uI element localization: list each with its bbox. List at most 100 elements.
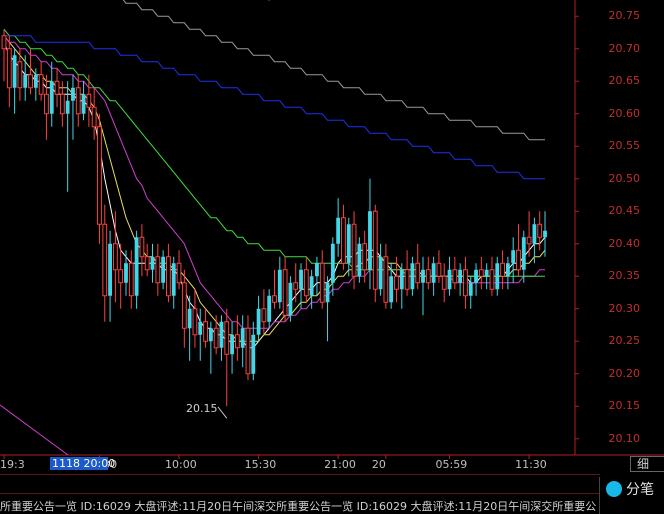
candle-body-down	[362, 243, 368, 271]
candle-body-up	[431, 263, 436, 283]
time-tick-label: 10:00	[165, 458, 197, 471]
candle-body-up	[171, 263, 176, 296]
candle-body-up	[71, 87, 75, 101]
candle-body-up	[543, 230, 547, 238]
candle-body-down	[6, 48, 12, 89]
candle-body-down	[463, 269, 468, 297]
candle-body-down	[272, 295, 277, 303]
candle-body-down	[436, 262, 442, 277]
candle-body-up	[325, 282, 330, 303]
ma-line-6	[122, 0, 545, 141]
candle-body-up	[474, 269, 478, 283]
time-tick-label: 05:59	[435, 458, 468, 471]
candle-body-up	[187, 308, 192, 329]
time-tick-label: 15:30	[244, 458, 277, 471]
candle-body-up	[315, 263, 319, 277]
candle-body-up	[219, 321, 224, 348]
candle-body-down	[192, 308, 198, 336]
candle-body-up	[150, 256, 155, 270]
candle-body-down	[478, 269, 484, 277]
candle-body-down	[245, 327, 251, 375]
detail-tab[interactable]: 细	[630, 456, 664, 472]
candle-body-up	[468, 282, 473, 296]
candle-body-up	[198, 321, 203, 335]
candle-body-up	[23, 74, 28, 88]
candle-body-down	[128, 262, 134, 297]
candle-body-down	[293, 282, 299, 290]
price-tick-label: 20.15	[608, 399, 641, 413]
candle-body-up	[288, 282, 293, 316]
candle-body-down	[28, 74, 33, 89]
candle-body-down	[282, 269, 288, 316]
candle-body-down	[112, 243, 118, 271]
ma-line-prior	[0, 404, 69, 456]
candle-body-down	[452, 269, 458, 284]
candle-body-up	[256, 308, 261, 335]
candle-body-down	[383, 256, 389, 303]
price-tick-label: 20.40	[608, 236, 641, 250]
candle-body-up	[447, 269, 452, 290]
low-marker-line	[217, 406, 228, 419]
fenbi-dot-icon	[606, 481, 622, 497]
candle-body-down	[213, 327, 219, 349]
candle-body-down	[86, 93, 92, 108]
candle-body-up	[511, 250, 516, 264]
candle-body-down	[102, 223, 108, 297]
candle-body-down	[415, 262, 421, 284]
candle-body-down	[516, 249, 521, 271]
candle-body-down	[404, 269, 410, 290]
price-tick-label: 20.30	[608, 301, 641, 315]
candle-body-down	[537, 223, 543, 238]
candle-body-up	[267, 295, 272, 322]
candle-body-up	[421, 269, 425, 283]
news-ticker[interactable]: 所重要公告一览 ID:16029 大盘评述:11月20日午间深交所重要公告一览 …	[0, 499, 600, 514]
candle-body-up	[230, 334, 234, 355]
time-tick-label: 19:3	[0, 458, 25, 471]
candle-body-up	[33, 74, 38, 88]
candle-body-up	[389, 276, 394, 303]
candle-body-down	[351, 223, 357, 277]
candle-body-down	[144, 256, 150, 271]
candle-body-down	[441, 275, 447, 290]
candle-body-down	[319, 262, 325, 303]
time-tick-label: 20	[371, 458, 386, 471]
candle-body-up	[81, 94, 86, 114]
candle-body-up	[208, 328, 213, 342]
candle-body-down	[394, 275, 399, 290]
candle-body-down	[303, 269, 309, 297]
price-tick-label: 20.50	[608, 171, 641, 185]
candle-body-up	[378, 256, 383, 290]
candle-body-up	[251, 334, 256, 374]
candle-body-up	[410, 263, 415, 290]
candle-body-down	[203, 321, 208, 342]
price-tick-label: 20.20	[608, 366, 641, 380]
candle-body-down	[54, 80, 60, 95]
candle-body-down	[234, 334, 240, 349]
candle-body-down	[155, 256, 161, 284]
price-tick-label: 20.45	[608, 204, 641, 218]
fenbi-label: 分笔	[626, 482, 654, 498]
candle-body-up	[277, 269, 282, 303]
candle-body-down	[75, 87, 81, 115]
candle-body-down	[38, 74, 44, 95]
candle-body-down	[341, 217, 346, 264]
candle-body-down	[17, 61, 23, 89]
candle-body-up	[49, 81, 54, 114]
scroll-strip[interactable]	[0, 474, 600, 494]
price-tick-label: 20.65	[608, 74, 641, 88]
candle-body-down	[372, 210, 378, 290]
candle-body-up	[134, 237, 139, 296]
candle-body-up	[65, 100, 70, 114]
candle-body-up	[161, 256, 166, 283]
candle-body-up	[336, 217, 341, 244]
price-tick-label: 20.60	[608, 106, 641, 120]
candle-body-up	[108, 243, 112, 296]
candle-body-down	[425, 269, 431, 284]
candle-body-up	[399, 269, 404, 290]
candle-body-down	[176, 262, 182, 284]
ma-line-4	[3, 28, 545, 277]
fenbi-button[interactable]: 分笔	[599, 477, 664, 514]
price-tick-label: 20.75	[608, 9, 641, 23]
price-tick-label: 20.35	[608, 269, 641, 283]
candle-body-up	[368, 211, 372, 270]
